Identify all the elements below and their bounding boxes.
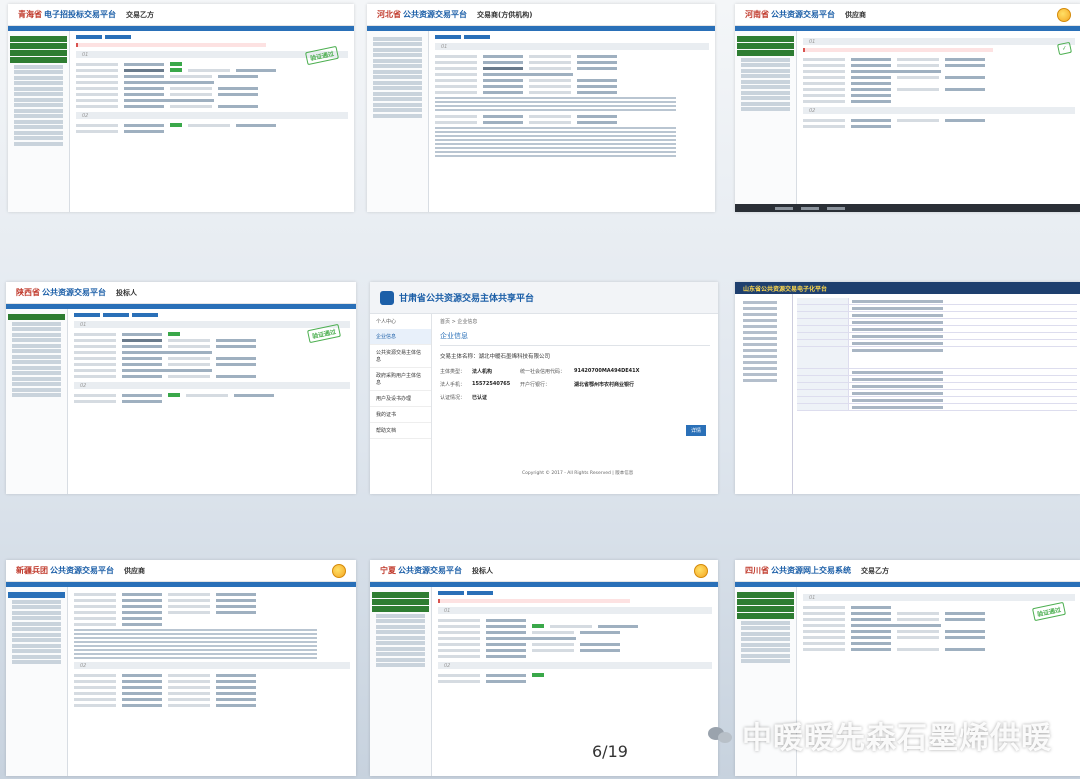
sidebar-group[interactable] [10,57,67,63]
role-label: 投标人 [116,288,137,297]
entity-name-row: 交易主体名称：湖北中暖石墨烯科技有限公司 [440,354,551,360]
sidebar-group[interactable] [737,36,794,42]
section-basic-info: 01 [803,594,1075,601]
platform-logo: 四川省 公共资源网上交易系统 [745,566,851,575]
header: 河南省 公共资源交易平台 供应商 [735,4,1080,26]
section-basic-info: 01 [435,43,709,50]
main-content: 01 [429,31,715,212]
sidebar-group[interactable] [737,613,794,619]
header: 新疆兵团 公共资源交易平台 供应商 [6,560,356,582]
platform-title: 山东省公共资源交易电子化平台 [743,285,828,293]
main-content: 01 02 验证通过 [68,309,356,494]
screenshot-ningxia: 宁夏 公共资源交易平台 投标人 01 02 [370,560,718,776]
header: 四川省 公共资源网上交易系统 交易乙方 [735,560,1080,582]
sidebar-group[interactable] [8,314,65,320]
mascot-icon [1057,7,1071,22]
platform-logo: 青海省 电子招投标交易平台 [18,10,116,19]
platform-title: 甘肃省公共资源交易主体共享平台 [399,294,535,304]
warning-banner [76,43,267,47]
sidebar [367,31,429,212]
section-business-license: 02 [74,662,350,669]
entity-fields: 主体类型： 法人机构 统一社会信用代码： 91420700MA494DE41X 法人… [440,368,640,401]
section-basic-info: 01 [438,607,712,614]
sidebar-group[interactable] [737,592,794,598]
sidebar [6,587,68,776]
bottom-taskbar [735,204,1080,212]
sidebar [370,587,432,776]
sidebar-group[interactable] [737,599,794,605]
platform-logo: 新疆兵团 公共资源交易平台 [16,566,114,575]
main-content: 首页 > 企业信息 企业信息 交易主体名称：湖北中暖石墨烯科技有限公司 主体类型… [432,314,718,494]
main-content: 01 02 验证通过 [70,31,354,212]
header: 青海省 电子招投标交易平台 交易乙方 [8,4,354,26]
role-label: 交易乙方 [126,10,154,19]
sidebar-group[interactable] [372,599,429,605]
user-center-link[interactable]: 个人中心 [370,314,431,329]
tree-menu [735,294,793,494]
platform-logo: 河北省 公共资源交易平台 [377,10,467,19]
header: 山东省公共资源交易电子化平台 [735,282,1080,294]
screenshot-xinjiang: 新疆兵团 公共资源交易平台 供应商 02 [6,560,356,776]
sidebar-item-help-docs[interactable]: 帮助文档 [370,423,431,439]
details-button[interactable]: 详情 [685,425,706,436]
screenshot-qinghai: 青海省 电子招投标交易平台 交易乙方 01 02 验证通过 [8,4,354,212]
screenshot-gansu: 甘肃省公共资源交易主体共享平台 个人中心 企业信息 公共资源交易主体信息 政府采… [370,282,718,494]
page-title: 企业信息 [440,331,710,346]
section-business-license: 02 [438,662,712,669]
role-label: 供应商 [124,566,145,575]
sidebar-group[interactable] [737,43,794,49]
sidebar [735,31,797,212]
platform-logo: 陕西省 公共资源交易平台 [16,288,106,297]
main-content: 01 02 ✓ [797,31,1080,212]
sidebar-group[interactable] [737,606,794,612]
info-form [793,294,1080,494]
watermark: 中暖暖先森石墨烯供暖 [708,713,1052,757]
section-basic-info: 01 [74,321,350,328]
sidebar: 个人中心 企业信息 公共资源交易主体信息 政府采购用户主体信息 用户及设书办理 … [370,314,432,494]
sidebar-item-procurement-info[interactable]: 政府采购用户主体信息 [370,368,431,391]
sidebar-group[interactable] [372,592,429,598]
sidebar-group[interactable] [737,50,794,56]
role-label: 交易乙方 [861,566,889,575]
sidebar-group[interactable] [10,43,67,49]
mascot-icon [332,563,346,578]
platform-logo: 河南省 公共资源交易平台 [745,10,835,19]
sidebar-item-certificate-apply[interactable]: 用户及设书办理 [370,391,431,407]
sidebar-group[interactable] [372,606,429,612]
header: 宁夏 公共资源交易平台 投标人 [370,560,718,582]
sidebar [6,309,68,494]
screenshot-shaanxi: 陕西省 公共资源交易平台 投标人 01 02 验证通过 [6,282,356,494]
role-label: 供应商 [845,10,866,19]
main-content: 01 02 [432,587,718,776]
sidebar-item-my-certificates[interactable]: 我的证书 [370,407,431,423]
verified-stamp: ✓ [1056,41,1073,56]
section-basic-info: 01 [803,38,1075,45]
sidebar-group[interactable] [10,36,67,42]
role-label: 交易商(方供机构) [477,10,533,19]
section-business-license: 02 [76,112,348,119]
breadcrumb: 首页 > 企业信息 [440,319,478,325]
footer-copyright: Copyright © 2017 - All Rights Reserved |… [522,471,634,476]
section-business-license: 02 [74,382,350,389]
section-business-license: 02 [803,107,1075,114]
screenshot-henan: 河南省 公共资源交易平台 供应商 01 02 ✓ [735,4,1080,212]
sidebar-group[interactable] [8,592,65,598]
sidebar-item-enterprise-info[interactable]: 企业信息 [370,329,431,345]
main-content: 02 [68,587,356,776]
mascot-icon [694,563,708,578]
role-label: 投标人 [472,566,493,575]
header: 河北省 公共资源交易平台 交易商(方供机构) [367,4,715,26]
screenshot-shandong: 山东省公共资源交易电子化平台 [735,282,1080,494]
platform-logo: 宁夏 公共资源交易平台 [380,566,462,575]
header: 陕西省 公共资源交易平台 投标人 [6,282,356,304]
wechat-icon [708,725,734,745]
watermark-text: 中暖暖先森石墨烯供暖 [742,721,1052,756]
sidebar-item-subject-info[interactable]: 公共资源交易主体信息 [370,345,431,368]
screenshot-hebei: 河北省 公共资源交易平台 交易商(方供机构) 01 [367,4,715,212]
platform-logo-icon [380,290,394,305]
page-number: 6/19 [592,742,628,761]
sidebar [8,31,70,212]
sidebar-group[interactable] [10,50,67,56]
header: 甘肃省公共资源交易主体共享平台 [370,282,718,314]
